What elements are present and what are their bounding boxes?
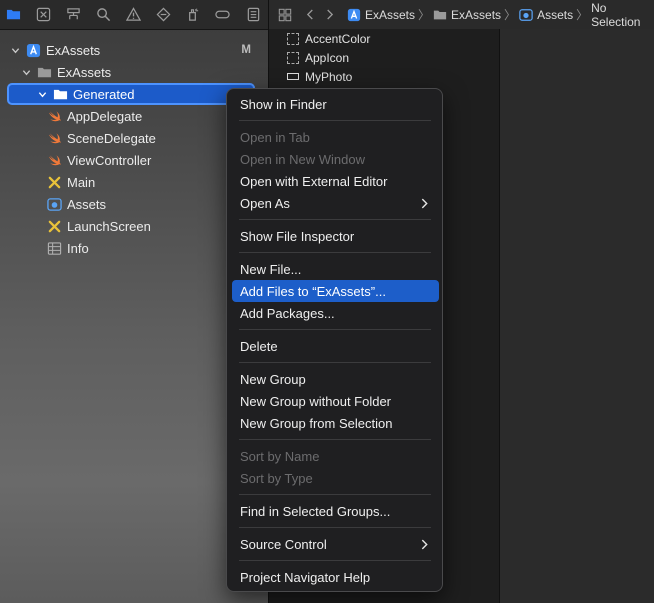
swift-icon xyxy=(46,130,62,146)
context-menu: Show in Finder Open in Tab Open in New W… xyxy=(226,88,443,592)
forward-arrow-icon[interactable] xyxy=(325,9,334,20)
menu-item-label: Source Control xyxy=(240,536,327,552)
storyboard-icon xyxy=(46,174,62,190)
breadcrumb-selection[interactable]: No Selection xyxy=(591,1,654,29)
image-set-icon xyxy=(287,73,299,80)
tree-item-project[interactable]: ExAssets M xyxy=(0,39,268,61)
app-icon-set-icon xyxy=(287,51,299,64)
menu-item-new-group[interactable]: New Group xyxy=(232,368,439,390)
asset-item[interactable]: AccentColor xyxy=(287,29,370,48)
asset-item[interactable]: MyPhoto xyxy=(287,67,352,86)
menu-item-add-files[interactable]: Add Files to “ExAssets”... xyxy=(232,280,439,302)
menu-item-open-in-tab: Open in Tab xyxy=(240,129,310,145)
menu-item-open-with-external-editor[interactable]: Open with External Editor xyxy=(232,170,439,192)
tree-item-label: Generated xyxy=(73,86,135,102)
warning-icon[interactable] xyxy=(125,6,141,22)
asset-catalog-icon xyxy=(46,196,62,212)
source-control-icon[interactable] xyxy=(35,6,51,22)
menu-separator xyxy=(239,494,431,495)
breakpoint-icon[interactable] xyxy=(214,6,230,22)
menu-item-new-group-without-folder[interactable]: New Group without Folder xyxy=(232,390,439,412)
menu-item-show-in-finder[interactable]: Show in Finder xyxy=(232,93,439,115)
tree-item-label: Main xyxy=(67,174,96,190)
breadcrumb-project[interactable]: ExAssets xyxy=(365,8,415,22)
asset-item[interactable]: AppIcon xyxy=(287,48,349,67)
breadcrumb-separator-icon: 〉 xyxy=(418,8,431,22)
modified-badge: M xyxy=(241,44,251,56)
tree-item-label: LaunchScreen xyxy=(67,218,151,234)
chevron-down-icon[interactable] xyxy=(9,44,21,56)
breadcrumb-separator-icon: 〉 xyxy=(504,8,517,22)
tree-item-folder[interactable]: ExAssets xyxy=(0,61,268,83)
breadcrumb-folder[interactable]: ExAssets xyxy=(451,8,501,22)
menu-item-open-in-new-window: Open in New Window xyxy=(240,151,365,167)
chevron-right-icon xyxy=(418,196,430,210)
chevron-right-icon xyxy=(418,537,430,551)
chevron-down-icon[interactable] xyxy=(36,88,48,100)
tree-item-generated[interactable]: Generated xyxy=(7,83,255,105)
chevron-down-icon[interactable] xyxy=(20,66,32,78)
menu-item-show-file-inspector[interactable]: Show File Inspector xyxy=(232,225,439,247)
asset-catalog-icon xyxy=(519,8,533,22)
debug-spray-icon[interactable] xyxy=(184,6,200,22)
menu-item-add-packages[interactable]: Add Packages... xyxy=(232,302,439,324)
swift-icon xyxy=(46,152,62,168)
back-arrow-icon[interactable] xyxy=(306,9,315,20)
menu-separator xyxy=(239,120,431,121)
menu-separator xyxy=(239,329,431,330)
menu-item-open-as[interactable]: Open As xyxy=(232,192,439,214)
tree-item-label: ExAssets xyxy=(57,64,112,80)
tree-item-label: SceneDelegate xyxy=(67,130,156,146)
folder-icon xyxy=(433,8,447,22)
project-icon xyxy=(347,8,361,22)
hierarchy-icon[interactable] xyxy=(65,6,81,22)
plist-icon xyxy=(46,240,62,256)
menu-separator xyxy=(239,439,431,440)
tree-item-label: ExAssets xyxy=(46,42,101,58)
menu-separator xyxy=(239,219,431,220)
menu-separator xyxy=(239,560,431,561)
jump-bar: ExAssets 〉 ExAssets 〉 Assets 〉 No Select… xyxy=(269,0,654,30)
menu-separator xyxy=(239,527,431,528)
menu-item-sort-by-type: Sort by Type xyxy=(240,470,313,486)
folder-icon xyxy=(52,86,68,102)
asset-item-label: MyPhoto xyxy=(305,69,353,84)
swift-icon xyxy=(46,108,62,124)
project-icon xyxy=(25,42,41,58)
breadcrumb-assets[interactable]: Assets xyxy=(537,8,573,22)
menu-item-delete[interactable]: Delete xyxy=(232,335,439,357)
search-icon[interactable] xyxy=(95,6,111,22)
menu-item-new-group-from-selection[interactable]: New Group from Selection xyxy=(232,412,439,434)
test-diamond-icon[interactable] xyxy=(155,6,171,22)
color-set-icon xyxy=(287,32,299,45)
tree-item-label: ViewController xyxy=(67,152,152,168)
menu-item-sort-by-name: Sort by Name xyxy=(240,448,320,464)
storyboard-icon xyxy=(46,218,62,234)
menu-separator xyxy=(239,252,431,253)
breadcrumb-separator-icon: 〉 xyxy=(576,8,589,22)
menu-item-find-in-selected-groups[interactable]: Find in Selected Groups... xyxy=(232,500,439,522)
menu-item-project-navigator-help[interactable]: Project Navigator Help xyxy=(232,566,439,588)
menu-item-source-control[interactable]: Source Control xyxy=(232,533,439,555)
asset-item-label: AppIcon xyxy=(305,50,350,65)
menu-separator xyxy=(239,362,431,363)
tree-item-label: Info xyxy=(67,240,89,256)
folder-icon xyxy=(36,64,52,80)
tree-item-label: Assets xyxy=(67,196,107,212)
asset-detail-pane xyxy=(500,29,654,603)
grid-icon[interactable] xyxy=(278,8,292,22)
report-icon[interactable] xyxy=(245,6,261,22)
menu-item-new-file[interactable]: New File... xyxy=(232,258,439,280)
navigator-toolbar xyxy=(0,0,268,30)
asset-item-label: AccentColor xyxy=(305,31,371,46)
folder-icon[interactable] xyxy=(5,6,21,22)
menu-item-label: Open As xyxy=(240,195,290,211)
tree-item-label: AppDelegate xyxy=(67,108,143,124)
